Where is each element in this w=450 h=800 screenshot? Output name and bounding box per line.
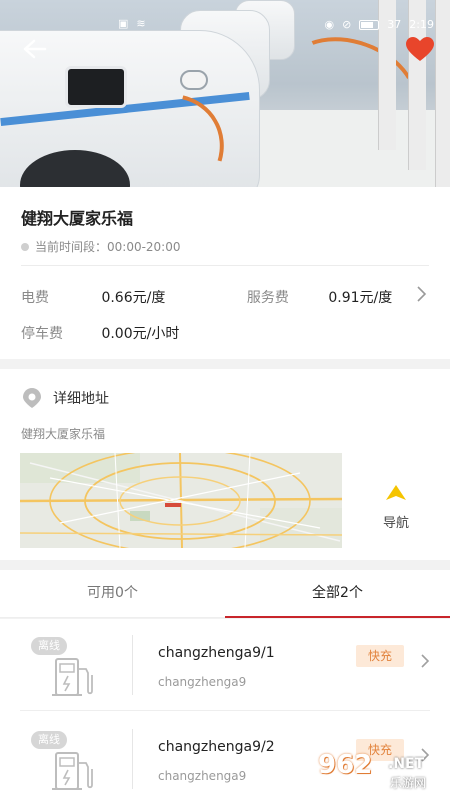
address-card: 详细地址 健翔大厦家乐福 导航 xyxy=(0,369,450,560)
mute-icon: ⊘ xyxy=(342,17,352,31)
station-detail-page: ▣ ≋ ◉ ⊘ 37 2:19 健翔大厦家乐福 当前时间段：00:00-20:0… xyxy=(0,0,450,800)
electric-fee-row: 电费 0.66元/度 服务费 0.91元/度 xyxy=(21,287,392,307)
watermark-number: 962 xyxy=(318,750,373,780)
status-badge: 离线 xyxy=(31,731,67,749)
address-heading-text: 详细地址 xyxy=(53,391,109,407)
divider xyxy=(132,729,133,789)
charger-pump-icon xyxy=(52,752,93,790)
charge-type-tag: 快充 xyxy=(356,645,404,667)
wifi-icon: ≋ xyxy=(136,17,146,30)
electric-fee-value: 0.66元/度 xyxy=(101,290,166,306)
station-info-card: 健翔大厦家乐福 当前时间段：00:00-20:00 电费 0.66元/度 服务费… xyxy=(0,187,450,359)
favorite-button[interactable] xyxy=(405,36,435,62)
charger-name: changzhenga9/1 xyxy=(158,645,275,661)
navigation-arrow-icon xyxy=(386,485,406,500)
charger-tabs: 可用0个 全部2个 xyxy=(0,570,450,618)
tab-available[interactable]: 可用0个 xyxy=(0,570,225,618)
notification-icon: ▣ xyxy=(118,17,129,30)
chevron-right-icon xyxy=(420,653,430,674)
station-name: 健翔大厦家乐福 xyxy=(21,209,134,228)
time-period: 当前时间段：00:00-20:00 xyxy=(21,238,181,255)
location-map[interactable] xyxy=(20,453,342,548)
tab-all[interactable]: 全部2个 xyxy=(225,570,450,618)
divider xyxy=(132,635,133,695)
row-separator xyxy=(20,710,430,711)
charger-name: changzhenga9/2 xyxy=(158,739,275,755)
charging-plug-image xyxy=(65,66,127,108)
site-watermark: 962 .NET 乐游网 xyxy=(310,748,446,796)
navigation-button[interactable]: 导航 xyxy=(368,484,424,531)
parking-fee-label: 停车费 xyxy=(21,326,63,342)
tab-all-label: 全部2个 xyxy=(312,585,363,601)
address-text: 健翔大厦家乐福 xyxy=(21,427,106,441)
time-period-text: 当前时间段：00:00-20:00 xyxy=(35,240,181,254)
list-item[interactable]: 离线 changzhenga9/1 changzhenga9 快充 xyxy=(0,619,450,711)
navigation-label: 导航 xyxy=(382,516,409,531)
charger-code: changzhenga9 xyxy=(158,769,247,783)
charger-code: changzhenga9 xyxy=(158,675,247,689)
tab-available-label: 可用0个 xyxy=(87,585,138,601)
arrow-left-icon xyxy=(23,39,47,59)
watermark-site-name: 乐游网 xyxy=(390,776,427,790)
status-bar: ▣ ≋ ◉ ⊘ 37 2:19 xyxy=(0,14,450,36)
electric-fee-label: 电费 xyxy=(21,290,49,306)
divider xyxy=(21,265,429,266)
battery-icon xyxy=(359,19,380,30)
service-fee-value: 0.91元/度 xyxy=(328,290,393,306)
service-fee-label: 服务费 xyxy=(246,290,289,306)
parking-fee-value: 0.00元/小时 xyxy=(101,326,180,342)
address-heading: 详细地址 xyxy=(21,387,109,409)
location-pin-icon xyxy=(23,388,41,408)
location-icon: ◉ xyxy=(324,17,335,31)
clock-dot-icon xyxy=(21,242,29,251)
status-badge: 离线 xyxy=(31,637,67,655)
parking-fee-row: 停车费 0.00元/小时 xyxy=(21,323,179,343)
active-tab-underline xyxy=(225,616,450,618)
watermark-net: .NET xyxy=(388,756,425,772)
fee-details-chevron[interactable] xyxy=(416,285,430,305)
charger-pump-icon xyxy=(52,658,93,696)
back-button[interactable] xyxy=(22,38,50,60)
chevron-right-icon xyxy=(417,286,427,302)
status-time: 2:19 xyxy=(409,18,434,31)
battery-level: 37 xyxy=(387,18,402,31)
map-image xyxy=(20,453,342,548)
heart-icon xyxy=(406,37,434,61)
